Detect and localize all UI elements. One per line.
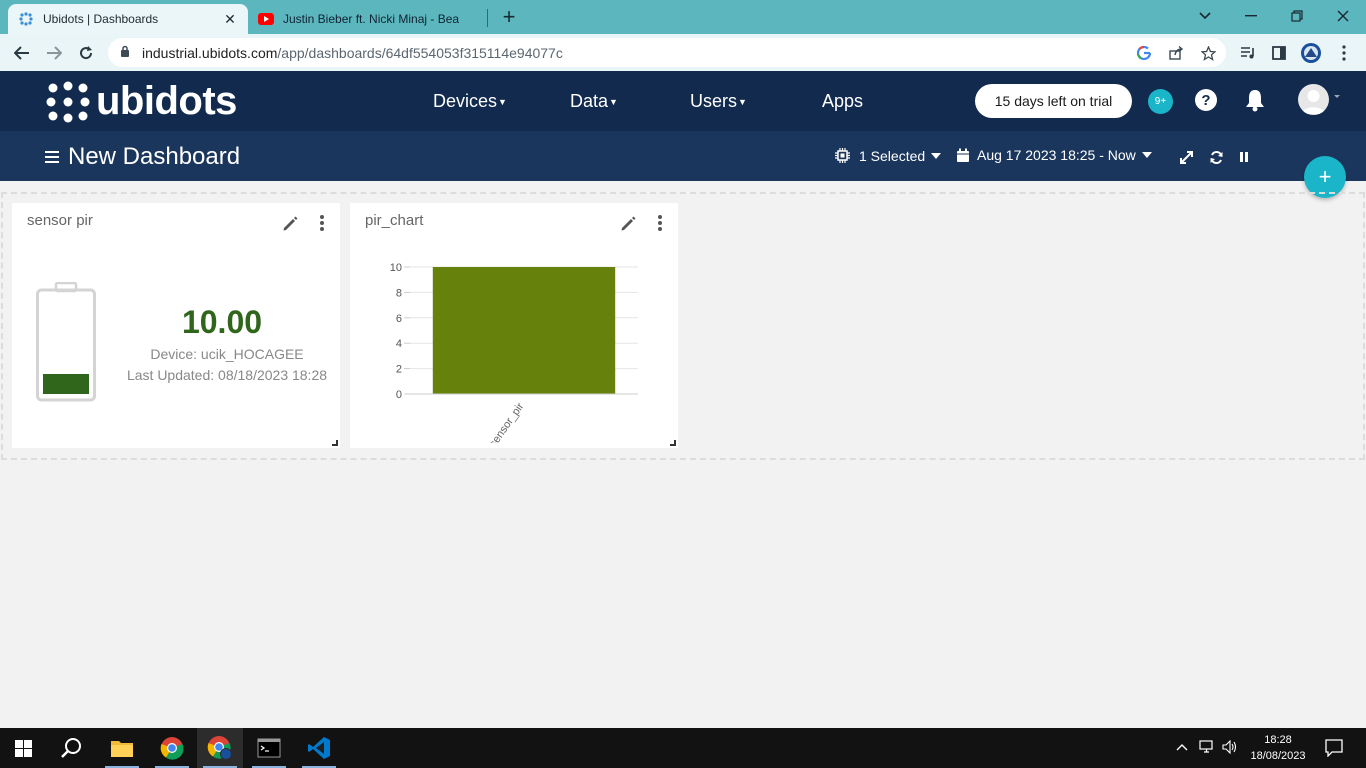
new-tab-button[interactable]: + [497, 4, 521, 29]
volume-icon[interactable] [1222, 739, 1238, 757]
calendar-icon [957, 148, 969, 162]
tray-overflow-icon[interactable] [1176, 740, 1188, 754]
y-tick-label: 4 [396, 338, 402, 350]
nav-apps[interactable]: Apps [822, 91, 863, 112]
browser-menu-icon[interactable] [1333, 42, 1355, 64]
edit-pencil-icon[interactable] [619, 215, 637, 233]
nav-users[interactable]: Users▼ [690, 91, 747, 112]
terminal-icon[interactable] [246, 728, 292, 768]
browser-toolbar: industrial.ubidots.com/app/dashboards/64… [0, 34, 1366, 71]
tab-title: Justin Bieber ft. Nicki Minaj - Bea [283, 12, 460, 26]
share-icon[interactable] [1166, 43, 1186, 63]
y-tick-label: 8 [396, 287, 402, 299]
widget-pir-chart[interactable]: pir_chart 0 2 4 6 8 10 sensor_pir [350, 203, 678, 448]
date-range-text: Aug 17 2023 18:25 - Now [977, 147, 1136, 163]
device-selector[interactable]: 1 Selected [834, 147, 942, 164]
ubidots-logo-icon [46, 81, 90, 122]
user-avatar[interactable] [1298, 84, 1329, 115]
nav-data[interactable]: Data▼ [570, 91, 618, 112]
fullscreen-icon[interactable] [1178, 149, 1194, 165]
y-tick-label: 6 [396, 313, 402, 325]
widget-title: sensor pir [27, 212, 93, 229]
network-icon[interactable] [1199, 740, 1215, 757]
resize-handle[interactable] [332, 440, 338, 446]
ubidots-favicon-icon [18, 11, 34, 27]
avatar-caret-icon[interactable] [1334, 95, 1340, 98]
selected-count: 1 Selected [859, 147, 926, 164]
dashboard-bar: New Dashboard 1 Selected Aug 17 2023 18:… [0, 131, 1366, 181]
bell-icon[interactable] [1244, 88, 1266, 117]
tab-search-icon[interactable] [1182, 0, 1228, 32]
logo-text: ubidots [96, 79, 237, 123]
nav-devices[interactable]: Devices▼ [433, 91, 507, 112]
reload-icon[interactable] [73, 40, 99, 66]
close-tab-icon[interactable]: ✕ [222, 11, 238, 27]
lock-icon [120, 45, 130, 63]
side-panel-icon[interactable] [1268, 42, 1290, 64]
bookmark-star-icon[interactable] [1198, 43, 1218, 63]
y-tick-label: 10 [390, 262, 402, 274]
url-text: industrial.ubidots.com/app/dashboards/64… [142, 45, 563, 61]
taskbar-clock[interactable]: 18:28 18/08/2023 [1248, 732, 1308, 764]
battery-icon [36, 282, 96, 402]
search-icon[interactable] [48, 728, 94, 768]
edit-pencil-icon[interactable] [281, 215, 299, 233]
refresh-icon[interactable] [1208, 149, 1224, 165]
browser-tab-youtube[interactable]: Justin Bieber ft. Nicki Minaj - Bea [250, 4, 486, 34]
dashboard-title[interactable]: New Dashboard [68, 143, 240, 171]
widget-title: pir_chart [365, 212, 424, 229]
notifications-count-badge[interactable]: 9+ [1148, 89, 1173, 114]
close-window-icon[interactable] [1320, 0, 1366, 32]
y-tick-label: 0 [396, 389, 402, 401]
caret-down-icon: ▼ [498, 97, 507, 107]
youtube-icon [258, 11, 274, 27]
browser-tab-ubidots[interactable]: Ubidots | Dashboards ✕ [8, 4, 248, 34]
pause-icon[interactable] [1236, 149, 1252, 165]
help-icon[interactable]: ? [1195, 89, 1217, 111]
trial-button[interactable]: 15 days left on trial [975, 84, 1132, 118]
browser-tab-strip: Ubidots | Dashboards ✕ Justin Bieber ft.… [0, 0, 1366, 34]
menu-icon[interactable] [45, 151, 59, 166]
google-icon[interactable] [1134, 43, 1154, 63]
clock-time: 18:28 [1264, 734, 1292, 746]
vscode-icon[interactable] [296, 728, 342, 768]
tab-separator [487, 9, 488, 27]
bar-chart: 0 2 4 6 8 10 sensor_pir [390, 262, 638, 443]
chip-icon [835, 148, 850, 163]
notification-center-icon[interactable] [1325, 739, 1343, 760]
caret-down-icon [1141, 152, 1152, 158]
minimize-icon[interactable] [1228, 0, 1274, 32]
caret-down-icon: ▼ [738, 97, 747, 107]
file-explorer-icon[interactable] [99, 728, 145, 768]
widget-sensor-pir[interactable]: sensor pir 10.00 Device: ucik_HOCAGEE La… [12, 203, 340, 448]
windows-taskbar: 18:28 18/08/2023 [0, 728, 1366, 768]
chrome-icon[interactable] [149, 728, 195, 768]
tab-title: Ubidots | Dashboards [43, 12, 159, 26]
resize-handle[interactable] [670, 440, 676, 446]
profile-avatar-icon[interactable] [1300, 42, 1322, 64]
caret-down-icon [931, 152, 942, 159]
ubidots-logo[interactable]: ubidots [46, 79, 237, 124]
forward-icon[interactable] [41, 40, 67, 66]
clock-date: 18/08/2023 [1250, 750, 1306, 762]
restore-icon[interactable] [1274, 0, 1320, 32]
caret-down-icon: ▼ [609, 97, 618, 107]
last-updated-text: Last Updated: 08/18/2023 18:28 [126, 367, 328, 383]
widget-value: 10.00 [181, 304, 263, 340]
x-tick-label: sensor_pir [487, 401, 526, 443]
date-range-picker[interactable]: Aug 17 2023 18:25 - Now [956, 147, 1152, 163]
battery-level-fill [43, 374, 89, 394]
widget-menu-icon[interactable] [320, 215, 324, 233]
address-bar[interactable]: industrial.ubidots.com/app/dashboards/64… [108, 38, 1226, 67]
media-control-icon[interactable] [1237, 42, 1259, 64]
bar [432, 267, 616, 394]
back-icon[interactable] [9, 40, 35, 66]
chrome-profile-icon[interactable] [197, 728, 243, 768]
windows-start-icon[interactable] [0, 728, 46, 768]
y-tick-label: 2 [396, 364, 402, 376]
app-header: ubidots Devices▼ Data▼ Users▼ Apps 15 da… [0, 71, 1366, 131]
device-name-text: Device: ucik_HOCAGEE [150, 346, 304, 362]
widget-menu-icon[interactable] [658, 215, 662, 233]
